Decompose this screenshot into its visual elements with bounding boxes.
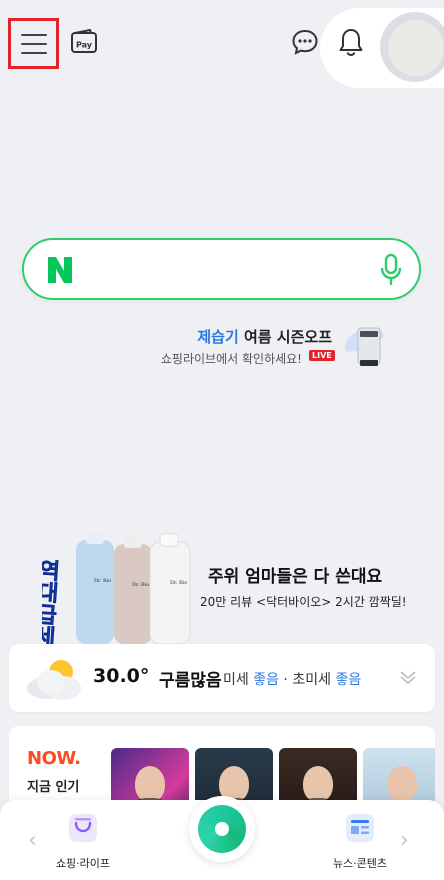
now-label: NOW. xyxy=(27,748,81,769)
partly-cloudy-icon xyxy=(27,660,81,700)
naver-logo-icon xyxy=(48,257,72,283)
bottles-ad-image: 역대급세일 Dr. Bio Dr. Bio Dr. Bio xyxy=(42,532,191,646)
chat-button[interactable] xyxy=(291,28,319,56)
chevron-down-icon[interactable] xyxy=(399,668,417,686)
promo-highlight: 제습기 xyxy=(197,328,239,346)
pay-button[interactable]: Pay xyxy=(70,28,98,56)
nav-news-label: 뉴스·콘텐츠 xyxy=(332,857,388,870)
green-dot-button[interactable] xyxy=(189,796,255,862)
top-bar: Pay xyxy=(0,0,444,88)
dehumidifier-image xyxy=(345,327,384,366)
now-sublabel: 지금 인기 xyxy=(27,780,80,795)
search-input[interactable] xyxy=(88,254,368,286)
promo-title-rest: 여름 시즌오프 xyxy=(238,328,332,346)
shopping-live-promo[interactable]: 제습기 여름 시즌오프 쇼핑라이브에서 확인하세요! LIVE xyxy=(150,322,390,372)
air-quality: 미세 좋음 · 초미세 좋음 xyxy=(223,669,361,689)
bell-icon xyxy=(339,29,363,57)
ad-banner[interactable]: 역대급세일 Dr. Bio Dr. Bio Dr. Bio 주위 엄마들은 다 … xyxy=(42,530,444,646)
chat-bubble-icon xyxy=(292,29,318,55)
wallet-pay-icon: Pay xyxy=(71,28,97,53)
chevron-right-icon[interactable]: › xyxy=(400,828,409,853)
chevron-left-icon[interactable]: ‹ xyxy=(28,828,37,853)
weather-condition: 구름많음 xyxy=(159,671,222,691)
promo-subtitle: 쇼핑라이브에서 확인하세요! xyxy=(160,352,302,366)
promo-title: 제습기 여름 시즌오프 xyxy=(197,326,332,347)
ultrafine-dust-label: 초미세 xyxy=(292,672,331,688)
shopping-bag-icon xyxy=(69,814,97,842)
search-bar[interactable] xyxy=(22,238,421,300)
bottle-brand-label-1: Dr. Bio xyxy=(94,578,111,584)
ultrafine-dust-value: 좋음 xyxy=(335,672,362,688)
dust-separator: · xyxy=(278,672,293,688)
notification-button[interactable] xyxy=(338,27,364,57)
ad-side-text: 역대급세일 xyxy=(42,558,61,646)
fine-dust-value: 좋음 xyxy=(253,672,279,688)
live-badge: LIVE xyxy=(309,350,335,361)
fine-dust-label: 미세 xyxy=(223,672,249,688)
ad-subtitle: 20만 리뷰 <닥터바이오> 2시간 깜짝딜! xyxy=(200,595,407,609)
ad-title: 주위 엄마들은 다 쓴대요 xyxy=(208,567,383,587)
microphone-icon[interactable] xyxy=(380,253,402,287)
bottle-brand-label-3: Dr. Bio xyxy=(170,580,187,586)
menu-button[interactable] xyxy=(8,18,59,69)
pay-label: Pay xyxy=(76,41,93,50)
weather-card[interactable]: 30.0° 구름많음 미세 좋음 · 초미세 좋음 xyxy=(9,644,435,712)
nav-shopping-label: 쇼핑·라이프 xyxy=(55,857,111,870)
temperature: 30.0° xyxy=(93,665,150,687)
nav-shopping-life[interactable]: 쇼핑·라이프 xyxy=(43,812,123,872)
bottle-brand-label-2: Dr. Bio xyxy=(132,582,149,588)
nav-news-content[interactable]: 뉴스·콘텐츠 xyxy=(320,812,400,872)
hamburger-menu-icon xyxy=(20,33,47,36)
news-icon xyxy=(346,814,374,842)
avatar[interactable] xyxy=(388,20,444,76)
